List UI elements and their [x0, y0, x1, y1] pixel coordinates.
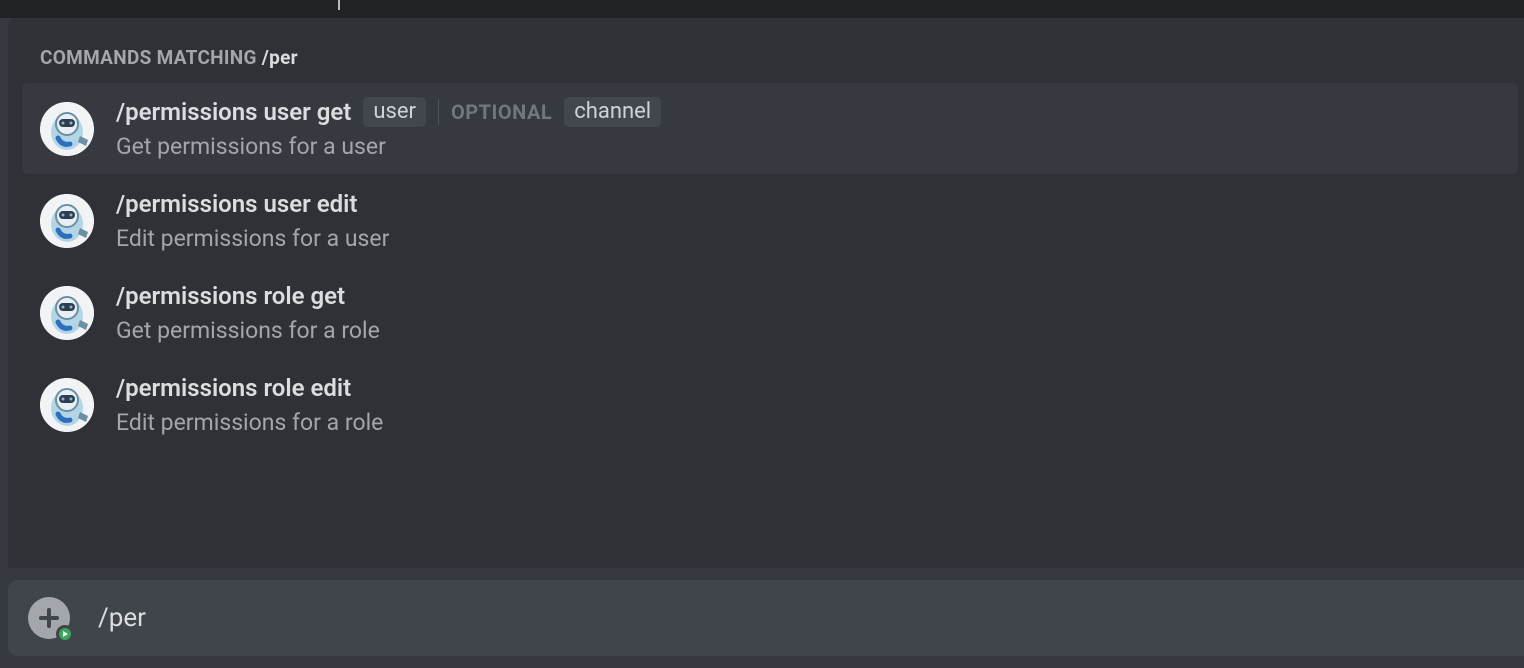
command-title-row: /permissions role edit [116, 374, 383, 403]
command-content: /permissions user get user OPTIONAL channel… [116, 97, 661, 160]
command-item[interactable]: /permissions user get user OPTIONAL channel… [22, 83, 1518, 174]
message-input[interactable]: /per [98, 603, 146, 633]
command-item[interactable]: /permissions role edit Edit permissions f… [22, 360, 1518, 450]
command-item[interactable]: /permissions user edit Edit permissions f… [22, 176, 1518, 266]
bot-avatar-icon [40, 102, 94, 156]
command-item[interactable]: /permissions role get Get permissions for… [22, 268, 1518, 358]
command-suggestions-panel: Commands matching /per /permissions user… [8, 18, 1524, 568]
header-query: /per [262, 46, 298, 69]
command-list: /permissions user get user OPTIONAL channel… [8, 83, 1524, 462]
command-optional-arg: channel [564, 97, 661, 127]
command-description: Get permissions for a user [116, 133, 661, 160]
optional-label: OPTIONAL [451, 100, 552, 124]
arg-divider [438, 99, 439, 125]
command-arg: user [363, 97, 426, 127]
bot-avatar-icon [40, 286, 94, 340]
command-name: /permissions role edit [116, 374, 351, 403]
command-name: /permissions role get [116, 282, 345, 311]
message-input-bar: /per [8, 580, 1524, 656]
window-top-bar [0, 0, 1524, 18]
command-content: /permissions user edit Edit permissions f… [116, 190, 389, 252]
command-title-row: /permissions user edit [116, 190, 389, 219]
header-prefix: Commands matching [40, 46, 262, 69]
command-content: /permissions role get Get permissions for… [116, 282, 380, 344]
command-description: Edit permissions for a role [116, 409, 383, 436]
attach-button[interactable] [28, 597, 70, 639]
command-description: Edit permissions for a user [116, 225, 389, 252]
command-title-row: /permissions role get [116, 282, 380, 311]
bot-avatar-icon [40, 378, 94, 432]
caret-mark [338, 0, 340, 10]
command-title-row: /permissions user get user OPTIONAL channel [116, 97, 661, 127]
bot-avatar-icon [40, 194, 94, 248]
command-description: Get permissions for a role [116, 317, 380, 344]
command-name: /permissions user edit [116, 190, 357, 219]
command-content: /permissions role edit Edit permissions f… [116, 374, 383, 436]
command-name: /permissions user get [116, 98, 351, 127]
suggestions-header: Commands matching /per [8, 36, 1524, 83]
play-badge-icon [56, 625, 74, 643]
